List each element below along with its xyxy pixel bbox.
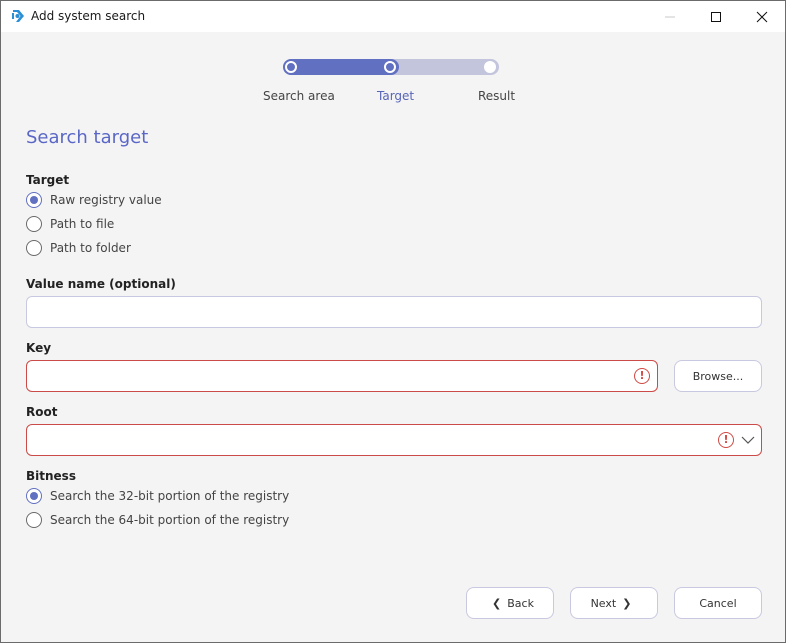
chevron-left-icon: ❮ <box>492 596 502 610</box>
stepper-progress <box>283 59 399 75</box>
step-label-search-area: Search area <box>263 89 335 103</box>
radio-path-to-file[interactable]: Path to file <box>26 216 114 232</box>
cancel-button[interactable]: Cancel <box>674 587 762 619</box>
radio-label: Path to file <box>50 217 115 231</box>
minimize-button[interactable] <box>647 1 693 32</box>
radio-button[interactable] <box>26 512 42 528</box>
radio-label: Raw registry value <box>50 193 162 207</box>
radio-label: Path to folder <box>50 241 131 255</box>
radio-button[interactable] <box>26 216 42 232</box>
close-icon <box>756 11 768 22</box>
error-icon: ! <box>634 368 650 384</box>
step-dot-target <box>384 61 396 73</box>
back-button[interactable]: ❮ Back <box>466 587 554 619</box>
chevron-down-icon[interactable] <box>741 436 755 445</box>
close-button[interactable] <box>739 1 785 32</box>
wizard-stepper <box>283 59 499 75</box>
key-input[interactable]: ! <box>26 360 658 392</box>
page-title: Search target <box>26 127 149 148</box>
back-label: Back <box>507 596 534 610</box>
target-label: Target <box>26 173 70 187</box>
step-dot-search-area <box>285 61 297 73</box>
bitness-label: Bitness <box>26 469 76 483</box>
radio-button[interactable] <box>26 192 42 208</box>
error-icon: ! <box>718 432 734 448</box>
browse-button[interactable]: Browse... <box>674 360 762 392</box>
app-logo-icon <box>12 10 24 22</box>
radio-64-bit[interactable]: Search the 64-bit portion of the registr… <box>26 512 289 528</box>
radio-label: Search the 64-bit portion of the registr… <box>50 513 290 527</box>
next-label: Next <box>590 596 617 610</box>
dialog-window: Add system search Search area Target Res… <box>0 0 786 643</box>
radio-button[interactable] <box>26 488 42 504</box>
root-label: Root <box>26 405 58 419</box>
radio-32-bit[interactable]: Search the 32-bit portion of the registr… <box>26 488 289 504</box>
radio-button[interactable] <box>26 240 42 256</box>
chevron-right-icon: ❯ <box>622 596 632 610</box>
maximize-button[interactable] <box>693 1 739 32</box>
minimize-icon <box>665 16 675 17</box>
radio-path-to-folder[interactable]: Path to folder <box>26 240 131 256</box>
step-dot-result <box>484 61 496 73</box>
window-title: Add system search <box>31 9 146 23</box>
step-label-result: Result <box>478 89 516 103</box>
next-button[interactable]: Next ❯ <box>570 587 658 619</box>
radio-raw-registry-value[interactable]: Raw registry value <box>26 192 162 208</box>
title-bar[interactable]: Add system search <box>1 1 785 32</box>
maximize-icon <box>711 11 721 22</box>
value-name-label: Value name (optional) <box>26 277 176 291</box>
radio-label: Search the 32-bit portion of the registr… <box>50 489 290 503</box>
value-name-input[interactable] <box>26 296 762 328</box>
key-label: Key <box>26 341 52 355</box>
root-dropdown[interactable]: ! <box>26 424 762 456</box>
step-label-target: Target <box>377 89 415 103</box>
